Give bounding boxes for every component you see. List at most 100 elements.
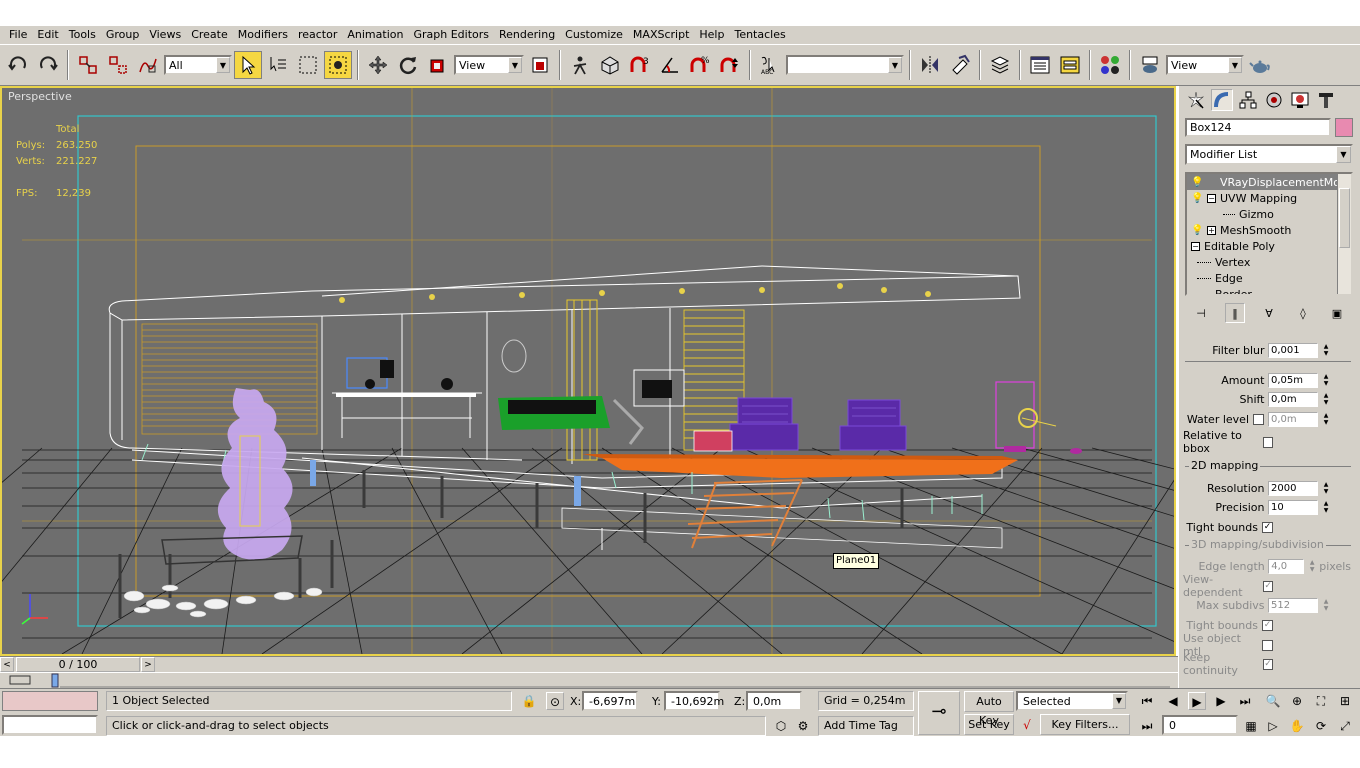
- snap-toggle-button[interactable]: 3: [626, 51, 654, 79]
- water-level-input[interactable]: [1268, 411, 1318, 427]
- menu-reactor[interactable]: reactor: [293, 26, 342, 44]
- water-level-checkbox[interactable]: [1253, 413, 1264, 425]
- menu-tentacles[interactable]: Tentacles: [729, 26, 790, 44]
- next-frame-icon[interactable]: ▶: [1212, 692, 1230, 710]
- maxscript-input[interactable]: [2, 715, 98, 735]
- stack-item-border[interactable]: Border: [1187, 286, 1351, 294]
- key-mode-toggle-icon[interactable]: ⏭: [1138, 717, 1156, 735]
- mirror-button[interactable]: [916, 51, 944, 79]
- spinner-icon[interactable]: ▲ ▼: [1321, 598, 1331, 613]
- angle-snap-toggle-button[interactable]: [656, 51, 684, 79]
- display-tab[interactable]: [1289, 89, 1311, 111]
- select-and-manipulate-button[interactable]: [566, 51, 594, 79]
- select-and-move-button[interactable]: [364, 51, 392, 79]
- pan-hand-icon[interactable]: ✋: [1288, 717, 1306, 735]
- stack-scrollbar[interactable]: [1337, 174, 1351, 294]
- menu-views[interactable]: Views: [144, 26, 186, 44]
- menu-graph-editors[interactable]: Graph Editors: [408, 26, 494, 44]
- hierarchy-tab[interactable]: [1237, 89, 1259, 111]
- z-coordinate-field[interactable]: 0,0m: [746, 691, 802, 711]
- tight-bounds-3d-checkbox[interactable]: ✓: [1262, 619, 1273, 631]
- lightbulb-icon[interactable]: 💡: [1191, 193, 1203, 204]
- time-slider[interactable]: < 0 / 100 >: [0, 656, 1178, 672]
- set-keys-button[interactable]: ⊸: [918, 691, 960, 735]
- rectangular-selection-button[interactable]: [294, 51, 322, 79]
- menu-modifiers[interactable]: Modifiers: [233, 26, 293, 44]
- time-slider-thumb[interactable]: 0 / 100: [16, 657, 140, 672]
- select-and-link-button[interactable]: [74, 51, 102, 79]
- collapse-icon[interactable]: −: [1191, 241, 1200, 251]
- zoom-extents-icon[interactable]: ⛶: [1312, 692, 1330, 710]
- remove-modifier-button[interactable]: ◊: [1293, 303, 1313, 323]
- time-config-icon[interactable]: ⚙: [794, 717, 812, 735]
- keyboard-shortcut-override-button[interactable]: [596, 51, 624, 79]
- menu-group[interactable]: Group: [101, 26, 145, 44]
- field-of-view-icon[interactable]: ▷: [1264, 717, 1282, 735]
- relative-to-bbox-checkbox[interactable]: [1263, 436, 1273, 448]
- material-editor-button[interactable]: [1096, 51, 1124, 79]
- spinner-icon[interactable]: ▲ ▼: [1321, 343, 1331, 358]
- lock-selection-icon[interactable]: 🔒: [520, 692, 538, 710]
- track-bar[interactable]: [0, 672, 1178, 688]
- collapse-icon[interactable]: −: [1207, 193, 1216, 203]
- object-name-field[interactable]: Box124: [1185, 118, 1331, 137]
- bind-to-space-warp-button[interactable]: [134, 51, 162, 79]
- keep-continuity-checkbox[interactable]: ✓: [1263, 658, 1273, 670]
- select-and-scale-button[interactable]: [424, 51, 452, 79]
- expand-icon[interactable]: +: [1207, 225, 1216, 235]
- select-and-rotate-button[interactable]: [394, 51, 422, 79]
- spinner-icon[interactable]: ▲ ▼: [1321, 500, 1331, 515]
- zoom-extents-all-icon[interactable]: ⊞: [1336, 692, 1354, 710]
- curve-editor-button[interactable]: [1026, 51, 1054, 79]
- go-to-start-icon[interactable]: ⏮: [1138, 692, 1156, 710]
- unlink-selection-button[interactable]: [104, 51, 132, 79]
- set-key-button[interactable]: Set Key: [964, 714, 1014, 735]
- max-subdivs-input[interactable]: [1268, 597, 1318, 613]
- time-slider-prev-button[interactable]: <: [0, 657, 14, 672]
- use-object-mtl-checkbox[interactable]: [1262, 639, 1273, 651]
- maxscript-listener-mini[interactable]: [2, 691, 98, 711]
- absolute-mode-transform-icon[interactable]: ⊙: [546, 692, 564, 710]
- menu-rendering[interactable]: Rendering: [494, 26, 560, 44]
- stack-item-vraydisplacementmod[interactable]: 💡 VRayDisplacementMod: [1187, 174, 1351, 190]
- go-to-end-icon[interactable]: ⏭: [1236, 692, 1254, 710]
- viewport-label[interactable]: Perspective: [8, 90, 72, 103]
- view-dependent-checkbox[interactable]: ✓: [1263, 580, 1273, 592]
- render-scene-dialog-button[interactable]: [1136, 51, 1164, 79]
- key-filters-button[interactable]: Key Filters...: [1040, 714, 1130, 735]
- shift-input[interactable]: [1268, 391, 1318, 407]
- configure-modifier-sets-button[interactable]: ▣: [1327, 303, 1347, 323]
- spinner-snap-toggle-button[interactable]: [716, 51, 744, 79]
- time-configuration-icon[interactable]: ▦: [1242, 717, 1260, 735]
- lightbulb-icon[interactable]: 💡: [1191, 225, 1203, 236]
- precision-input[interactable]: [1268, 499, 1318, 515]
- selection-filter-dropdown[interactable]: All ▼: [164, 55, 232, 75]
- object-color-swatch[interactable]: [1335, 118, 1353, 137]
- tight-bounds-checkbox[interactable]: ✓: [1262, 521, 1273, 533]
- named-selection-sets-dropdown[interactable]: ▼: [786, 55, 904, 75]
- stack-item-meshsmooth[interactable]: 💡 + MeshSmooth: [1187, 222, 1351, 238]
- pin-stack-button[interactable]: ⊣: [1191, 303, 1211, 323]
- menu-animation[interactable]: Animation: [342, 26, 408, 44]
- select-object-button[interactable]: [234, 51, 262, 79]
- undo-button[interactable]: [4, 51, 32, 79]
- key-mode-dropdown[interactable]: Selected ▼: [1016, 691, 1128, 711]
- time-tag-icon[interactable]: ⬡: [772, 717, 790, 735]
- menu-create[interactable]: Create: [186, 26, 233, 44]
- scrollbar-thumb[interactable]: [1339, 188, 1350, 248]
- spinner-icon[interactable]: ▲ ▼: [1321, 412, 1331, 427]
- y-coordinate-field[interactable]: -10,692m: [664, 691, 724, 711]
- key-curve-icon[interactable]: √: [1018, 716, 1036, 734]
- resolution-input[interactable]: [1268, 480, 1318, 496]
- spinner-icon[interactable]: ▲ ▼: [1307, 559, 1317, 574]
- viewport-scene[interactable]: [2, 88, 1174, 654]
- stack-item-editable-poly[interactable]: − Editable Poly: [1187, 238, 1351, 254]
- filter-blur-input[interactable]: [1268, 342, 1318, 358]
- play-icon[interactable]: ▶: [1188, 692, 1206, 710]
- menu-customize[interactable]: Customize: [560, 26, 628, 44]
- percent-snap-toggle-button[interactable]: %: [686, 51, 714, 79]
- make-unique-button[interactable]: ∀: [1259, 303, 1279, 323]
- select-by-name-button[interactable]: [264, 51, 292, 79]
- redo-button[interactable]: [34, 51, 62, 79]
- menu-help[interactable]: Help: [694, 26, 729, 44]
